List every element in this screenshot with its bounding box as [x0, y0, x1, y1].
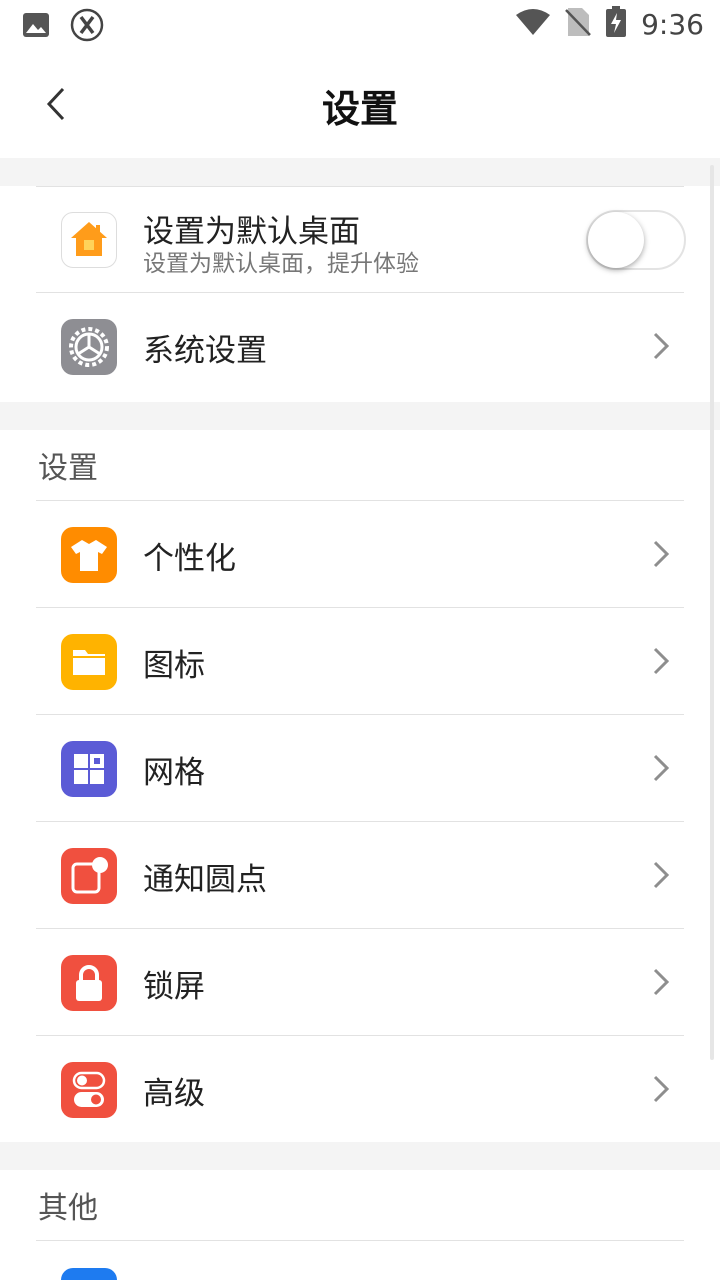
- toggle-knob: [588, 212, 644, 268]
- notification-dot-icon: [61, 848, 117, 904]
- system-settings-row[interactable]: 系统设置: [0, 293, 720, 400]
- personalize-row[interactable]: 个性化: [0, 501, 720, 608]
- battery-charging-icon: [605, 6, 627, 42]
- advanced-row[interactable]: 高级: [0, 1036, 720, 1143]
- divider: [36, 1240, 684, 1241]
- other-section: 其他: [0, 1170, 720, 1280]
- default-launcher-toggle[interactable]: [586, 210, 686, 270]
- partial-row-icon: [61, 1268, 117, 1280]
- default-launcher-subtitle: 设置为默认桌面，提升体验: [143, 251, 419, 277]
- chevron-right-icon: [653, 332, 670, 360]
- launcher-section: 设置为默认桌面 设置为默认桌面，提升体验 系统设置: [0, 186, 720, 402]
- page-title: 设置: [321, 87, 398, 131]
- system-settings-label: 系统设置: [143, 333, 267, 369]
- chevron-right-icon: [653, 540, 670, 568]
- chevron-right-icon: [653, 968, 670, 996]
- grid-row[interactable]: 网格: [0, 715, 720, 822]
- x-app-icon: [70, 8, 104, 46]
- notification-dot-label: 通知圆点: [143, 862, 267, 898]
- gear-icon: [61, 319, 117, 375]
- status-time: 9:36: [641, 7, 704, 41]
- icons-row[interactable]: 图标: [0, 608, 720, 715]
- chevron-right-icon: [653, 647, 670, 675]
- folder-icon: [61, 634, 117, 690]
- wifi-icon: [515, 8, 551, 40]
- scrollbar[interactable]: [710, 165, 714, 1060]
- lock-screen-row[interactable]: 锁屏: [0, 929, 720, 1036]
- no-sim-icon: [565, 7, 592, 41]
- lock-screen-label: 锁屏: [143, 969, 205, 1005]
- default-launcher-row[interactable]: 设置为默认桌面 设置为默认桌面，提升体验: [0, 186, 720, 293]
- advanced-label: 高级: [143, 1076, 205, 1112]
- section-header-other: 其他: [38, 1191, 98, 1226]
- image-icon: [22, 12, 50, 42]
- status-bar: 9:36: [0, 0, 720, 50]
- chevron-right-icon: [653, 1075, 670, 1103]
- tshirt-icon: [61, 527, 117, 583]
- section-header-settings: 设置: [38, 451, 98, 486]
- grid-icon: [61, 741, 117, 797]
- header: 设置: [0, 50, 720, 158]
- home-icon: [61, 212, 117, 268]
- personalize-label: 个性化: [143, 541, 236, 577]
- icons-label: 图标: [143, 648, 205, 684]
- settings-section: 设置 个性化 图标 网格 通知圆点 锁屏 高级: [0, 430, 720, 1142]
- grid-label: 网格: [143, 755, 205, 791]
- lock-icon: [61, 955, 117, 1011]
- chevron-right-icon: [653, 754, 670, 782]
- chevron-right-icon: [653, 861, 670, 889]
- toggles-icon: [61, 1062, 117, 1118]
- notification-dot-row[interactable]: 通知圆点: [0, 822, 720, 929]
